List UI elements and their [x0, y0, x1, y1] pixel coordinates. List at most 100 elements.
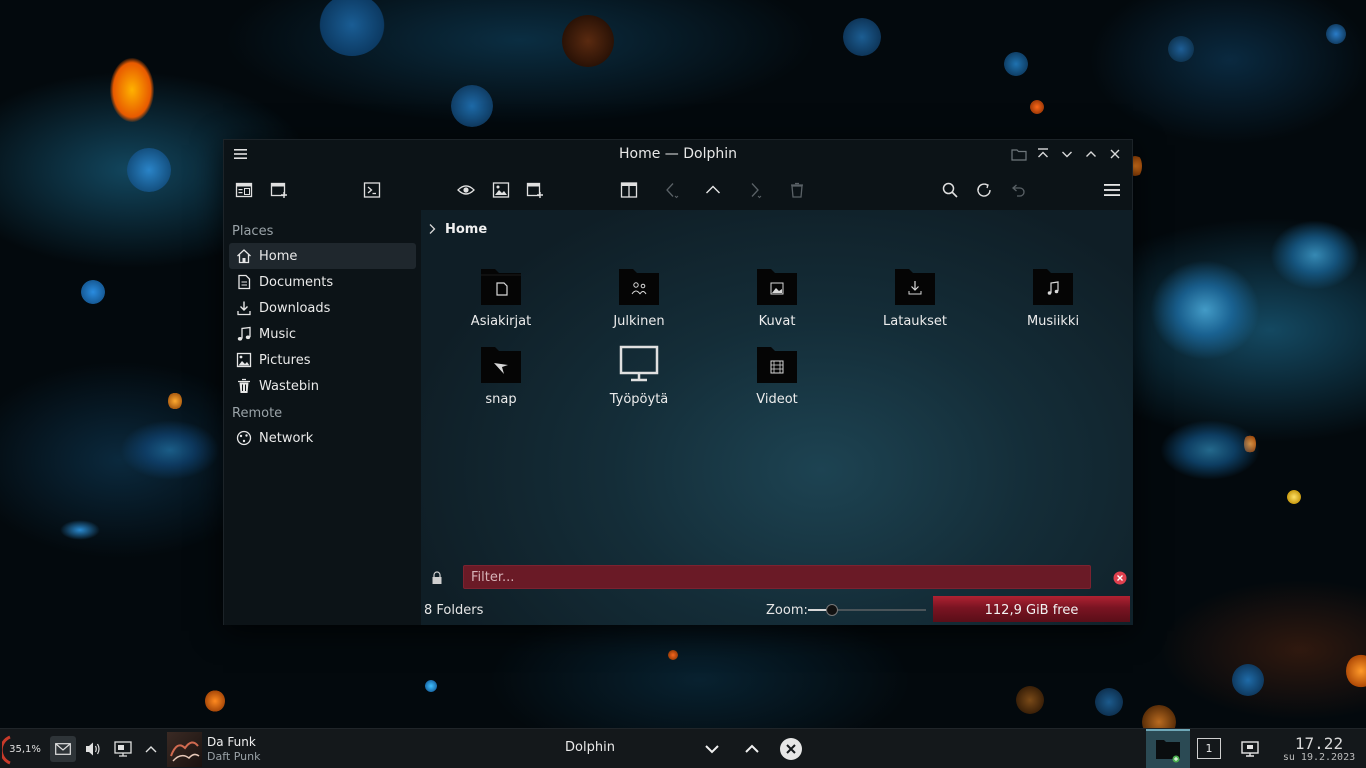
chevron-up-icon[interactable] — [140, 737, 162, 761]
sidebar-item-label: Home — [259, 248, 298, 264]
media-title[interactable]: Da Funk — [207, 735, 256, 749]
free-space-label: 112,9 GiB free — [984, 603, 1079, 618]
places-header: Places — [232, 224, 274, 239]
document-icon — [235, 273, 253, 291]
folder-label: Julkinen — [613, 314, 665, 329]
sidebar-item-label: Downloads — [259, 300, 331, 316]
image-icon[interactable] — [489, 178, 513, 202]
battery-level: 35,1% — [9, 743, 41, 755]
folder-label: Lataukset — [883, 314, 947, 329]
desktop-icon — [615, 343, 663, 387]
sidebar-item-home[interactable]: Home — [229, 243, 416, 269]
sidebar-item-label: Music — [259, 326, 296, 342]
trash-icon[interactable] — [785, 178, 809, 202]
terminal-icon[interactable] — [360, 178, 384, 202]
zoom-label: Zoom: — [766, 603, 808, 618]
sidebar-item-wastebin[interactable]: Wastebin — [229, 373, 416, 399]
folder-item[interactable]: Lataukset — [855, 265, 975, 329]
hamburger-menu-icon[interactable] — [1100, 178, 1124, 202]
media-artist: Daft Punk — [207, 750, 261, 763]
new-folder-icon[interactable] — [1010, 145, 1028, 163]
pager-desktop[interactable]: 1 — [1197, 738, 1221, 759]
folder-label: Työpöytä — [609, 392, 669, 407]
folder-label: Kuvat — [758, 314, 796, 329]
dolphin-task-icon[interactable] — [1146, 729, 1190, 768]
folder-label: Asiakirjat — [470, 314, 532, 329]
clear-filter-icon[interactable] — [1113, 570, 1127, 589]
remote-header: Remote — [232, 406, 283, 421]
image-icon — [235, 351, 253, 369]
back-icon[interactable] — [659, 178, 683, 202]
mail-icon[interactable] — [50, 736, 76, 762]
filter-bar — [421, 562, 1133, 592]
folder-item[interactable]: Asiakirjat — [441, 265, 561, 329]
sidebar-item-label: Documents — [259, 274, 334, 290]
folder-item[interactable]: Työpöytä — [579, 343, 699, 407]
taskbar-panel: 35,1% Da Funk Daft Punk Dolphin 1 17.22 … — [0, 728, 1366, 768]
sidebar-item-downloads[interactable]: Downloads — [229, 295, 416, 321]
clock-date[interactable]: su 19.2.2023 — [1276, 752, 1362, 763]
file-view[interactable]: Home Asiakirjat Julkinen Kuvat Lataukset… — [421, 210, 1133, 625]
battery-indicator[interactable]: 35,1% — [2, 733, 41, 765]
folder-label: Videot — [756, 392, 798, 407]
folder-document-icon — [477, 265, 525, 309]
sidebar-item-pictures[interactable]: Pictures — [229, 347, 416, 373]
preview-icon[interactable] — [454, 178, 478, 202]
breadcrumb: Home — [421, 218, 487, 240]
folder-item[interactable]: Musiikki — [993, 265, 1113, 329]
reload-icon[interactable] — [972, 178, 996, 202]
chevron-right-icon[interactable] — [421, 223, 443, 235]
folder-item[interactable]: snap — [441, 343, 561, 407]
download-icon — [235, 299, 253, 317]
dolphin-window: Home — Dolphin Places Home Documents Dow… — [223, 139, 1133, 625]
status-bar: 8 Folders Zoom: 112,9 GiB free — [421, 596, 1133, 624]
zoom-slider-track[interactable] — [808, 604, 926, 616]
folder-count: 8 Folders — [424, 603, 484, 618]
maximize-icon[interactable] — [1082, 145, 1100, 163]
sidebar-item-documents[interactable]: Documents — [229, 269, 416, 295]
display-icon[interactable] — [111, 737, 135, 761]
zoom-slider-handle[interactable] — [825, 604, 838, 616]
split-view-icon[interactable] — [617, 178, 641, 202]
lock-icon[interactable] — [431, 570, 443, 589]
folder-snap-icon — [477, 343, 525, 387]
folder-item[interactable]: Kuvat — [717, 265, 837, 329]
sidebar-item-network[interactable]: Network — [229, 425, 416, 451]
new-file-icon[interactable] — [523, 178, 547, 202]
undo-icon[interactable] — [1006, 178, 1030, 202]
network-icon — [235, 429, 253, 447]
minimize-icon[interactable] — [1058, 145, 1076, 163]
task-dolphin[interactable]: Dolphin — [540, 740, 640, 755]
sidebar-toggle-icon[interactable] — [232, 178, 256, 202]
folder-download-icon — [891, 265, 939, 309]
chevron-up-icon[interactable] — [741, 737, 763, 761]
folder-item[interactable]: Julkinen — [579, 265, 699, 329]
breadcrumb-home[interactable]: Home — [443, 222, 487, 237]
sidebar-item-label: Network — [259, 430, 314, 446]
sidebar-item-music[interactable]: Music — [229, 321, 416, 347]
filter-input[interactable] — [463, 565, 1091, 589]
free-space-bar[interactable]: 112,9 GiB free — [933, 596, 1130, 622]
keep-above-icon[interactable] — [1034, 145, 1052, 163]
chevron-down-icon[interactable] — [701, 737, 723, 761]
places-panel: Places Home Documents Downloads Music Pi… — [224, 210, 421, 625]
volume-icon[interactable] — [82, 737, 104, 761]
sidebar-item-label: Pictures — [259, 352, 311, 368]
new-tab-icon[interactable] — [267, 178, 291, 202]
album-art[interactable] — [167, 732, 202, 767]
folder-label: snap — [485, 392, 517, 407]
folder-public-icon — [615, 265, 663, 309]
title-bar[interactable]: Home — Dolphin — [224, 140, 1132, 169]
up-icon[interactable] — [701, 178, 725, 202]
forward-icon[interactable] — [743, 178, 767, 202]
home-icon — [235, 247, 253, 265]
show-desktop-icon[interactable] — [1238, 737, 1262, 761]
search-icon[interactable] — [938, 178, 962, 202]
close-icon[interactable] — [1106, 145, 1124, 163]
folder-music-icon — [1029, 265, 1077, 309]
close-icon[interactable] — [779, 737, 803, 761]
clock-time[interactable]: 17.22 — [1276, 734, 1362, 753]
trash-icon — [235, 377, 253, 395]
window-title: Home — Dolphin — [618, 146, 737, 162]
folder-item[interactable]: Videot — [717, 343, 837, 407]
